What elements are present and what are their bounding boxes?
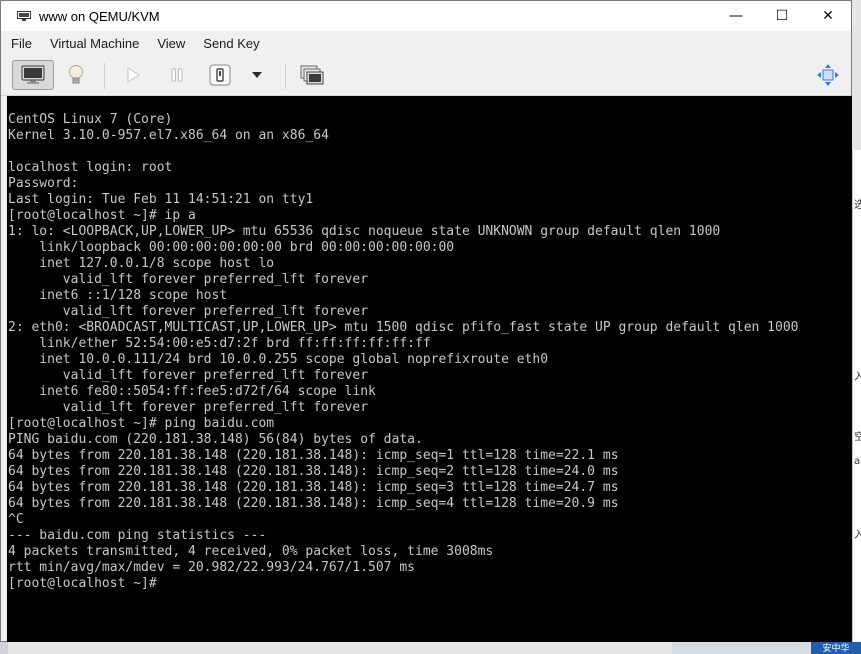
console-line: 2: eth0: <BROADCAST,MULTICAST,UP,LOWER_U… (8, 320, 799, 335)
console-line: CentOS Linux 7 (Core) (8, 112, 173, 127)
shutdown-menu-button[interactable] (246, 60, 268, 90)
console-line: Last login: Tue Feb 11 14:51:21 on tty1 (8, 192, 314, 207)
menu-file[interactable]: File (10, 34, 33, 53)
console-line: valid_lft forever preferred_lft forever (8, 304, 369, 319)
console-line: 64 bytes from 220.181.38.148 (220.181.38… (8, 496, 619, 511)
vm-console-display[interactable]: CentOS Linux 7 (Core) Kernel 3.10.0-957.e… (7, 96, 852, 642)
console-line: link/loopback 00:00:00:00:00:00 brd 00:0… (8, 240, 455, 255)
taskbar-button[interactable]: 安中华 (811, 642, 861, 654)
snapshot-icon (300, 65, 324, 85)
console-line: inet 127.0.0.1/8 scope host lo (8, 256, 275, 271)
lightbulb-icon (69, 65, 83, 84)
console-line: localhost login: root (8, 160, 173, 175)
pause-icon (171, 68, 183, 82)
resize-arrows-icon (817, 64, 839, 86)
console-line: inet6 ::1/128 scope host (8, 288, 228, 303)
background-text-fragment: 入 (854, 530, 861, 541)
console-text: CentOS Linux 7 (Core) Kernel 3.10.0-957.e… (7, 96, 852, 592)
fullscreen-button[interactable] (813, 60, 843, 90)
console-line: PING baidu.com (220.181.38.148) 56(84) b… (8, 432, 423, 447)
console-line: [root@localhost ~]# (8, 576, 157, 591)
close-button[interactable]: ✕ (805, 1, 851, 31)
console-line: link/ether 52:54:00:e5:d7:2f brd ff:ff:f… (8, 336, 431, 351)
console-line: 4 packets transmitted, 4 received, 0% pa… (8, 544, 494, 559)
console-line: ^C (8, 512, 24, 527)
menu-bar: File Virtual Machine View Send Key (1, 31, 851, 55)
console-line: Password: (8, 176, 79, 191)
menu-view[interactable]: View (156, 34, 186, 53)
console-line: inet6 fe80::5054:ff:fee5:d72f/64 scope l… (8, 384, 376, 399)
play-icon (127, 67, 140, 83)
toolbar-separator (285, 63, 286, 89)
monitor-icon (21, 65, 45, 84)
chevron-down-icon (252, 72, 262, 78)
window-title: www on QEMU/KVM (39, 8, 160, 24)
background-text-fragment: 空 (854, 432, 861, 443)
snapshots-button[interactable] (297, 60, 327, 90)
toolbar (1, 55, 851, 96)
background-text-fragment: ar (854, 456, 861, 467)
console-line: [root@localhost ~]# ping baidu.com (8, 416, 275, 431)
background-window-sliver: 选 入 空 ar 入 (852, 150, 861, 654)
console-line: Kernel 3.10.0-957.el7.x86_64 on an x86_6… (8, 128, 329, 143)
toolbar-separator (104, 63, 105, 89)
console-line: [root@localhost ~]# ip a (8, 208, 196, 223)
shutdown-button[interactable] (206, 60, 234, 90)
console-line: 64 bytes from 220.181.38.148 (220.181.38… (8, 464, 619, 479)
maximize-button[interactable]: ☐ (759, 1, 805, 31)
console-line: valid_lft forever preferred_lft forever (8, 272, 369, 287)
console-line: --- baidu.com ping statistics --- (8, 528, 267, 543)
show-details-button[interactable] (61, 60, 91, 90)
console-line: valid_lft forever preferred_lft forever (8, 368, 369, 383)
title-bar[interactable]: www on QEMU/KVM — ☐ ✕ (1, 1, 851, 31)
taskbar-sliver: 安中华 (672, 642, 861, 654)
run-button[interactable] (119, 60, 147, 90)
pause-button[interactable] (163, 60, 191, 90)
virt-manager-app-icon (17, 11, 31, 21)
show-graphical-console-button[interactable] (12, 60, 54, 90)
console-line: 1: lo: <LOOPBACK,UP,LOWER_UP> mtu 65536 … (8, 224, 721, 239)
console-line: rtt min/avg/max/mdev = 20.982/22.993/24.… (8, 560, 415, 575)
console-line: inet 10.0.0.111/24 brd 10.0.0.255 scope … (8, 352, 549, 367)
power-icon (209, 64, 231, 86)
minimize-button[interactable]: — (713, 1, 759, 31)
menu-virtual-machine[interactable]: Virtual Machine (49, 34, 140, 53)
console-line: 64 bytes from 220.181.38.148 (220.181.38… (8, 448, 619, 463)
background-text-fragment: 入 (854, 372, 861, 383)
background-text-fragment: 选 (854, 200, 861, 211)
console-line: 64 bytes from 220.181.38.148 (220.181.38… (8, 480, 619, 495)
console-line: valid_lft forever preferred_lft forever (8, 400, 369, 415)
menu-send-key[interactable]: Send Key (202, 34, 260, 53)
